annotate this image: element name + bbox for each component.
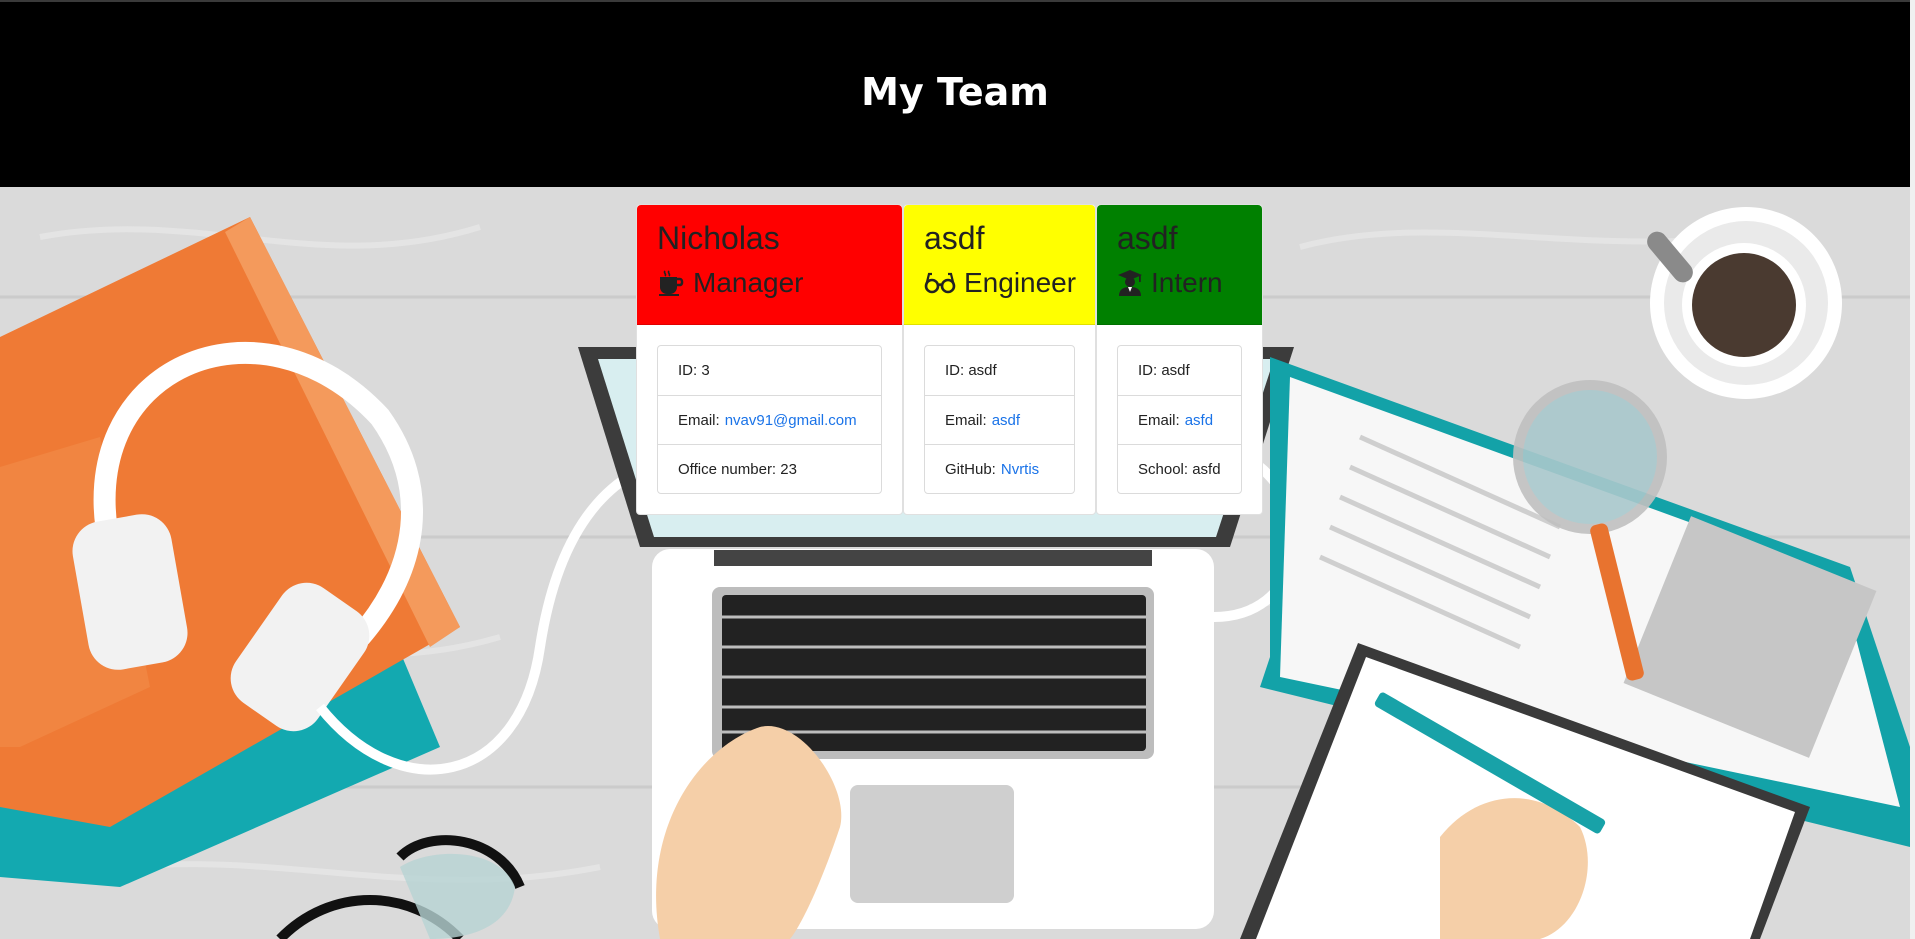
detail-label: Email: xyxy=(945,411,987,429)
github-link[interactable]: Nvrtis xyxy=(1001,461,1039,478)
employee-card-manager: Nicholas Manager ID: 3 Email: nvav91@gmai… xyxy=(636,204,903,515)
employee-role: Manager xyxy=(693,267,804,298)
employee-role-row: Intern xyxy=(1117,265,1244,301)
detail-office-number: Office number: 23 xyxy=(658,444,881,493)
detail-id: ID: asdf xyxy=(925,346,1074,395)
detail-email: Email: asdf xyxy=(925,395,1074,444)
detail-email: Email: nvav91@gmail.com xyxy=(658,395,881,444)
card-header-intern: asdf Intern xyxy=(1097,205,1262,325)
detail-id: ID: asdf xyxy=(1118,346,1241,395)
detail-value: asfd xyxy=(1192,460,1221,478)
graduate-icon xyxy=(1118,270,1142,296)
email-link[interactable]: nvav91@gmail.com xyxy=(725,412,857,429)
employee-role-row: Manager xyxy=(657,265,884,301)
detail-label: ID: xyxy=(678,362,698,379)
window-edge xyxy=(1910,0,1915,939)
detail-value: asdf xyxy=(1161,362,1190,379)
employee-details: ID: 3 Email: nvav91@gmail.com Office numb… xyxy=(657,345,882,494)
detail-label: GitHub: xyxy=(945,460,996,478)
card-header-engineer: asdf Engineer xyxy=(904,205,1095,325)
detail-label: Email: xyxy=(1138,411,1180,429)
employee-role: Intern xyxy=(1151,267,1223,298)
card-body: ID: asdf Email: asdf GitHub: Nvrtis xyxy=(904,325,1095,514)
team-cards: Nicholas Manager ID: 3 Email: nvav91@gmai… xyxy=(636,204,1263,515)
detail-value: 23 xyxy=(780,460,797,478)
detail-label: ID: xyxy=(1138,362,1158,379)
page-title: My Team xyxy=(861,70,1049,114)
detail-label: Office number: xyxy=(678,460,777,478)
detail-label: Email: xyxy=(678,411,720,429)
employee-name: asdf xyxy=(1117,220,1178,256)
detail-value: asdf xyxy=(968,362,997,379)
glasses-icon xyxy=(924,272,956,294)
employee-role: Engineer xyxy=(964,267,1077,298)
card-header-manager: Nicholas Manager xyxy=(637,205,902,325)
detail-label: School: xyxy=(1138,460,1189,478)
page-header: My Team xyxy=(0,0,1910,187)
email-link[interactable]: asdf xyxy=(992,412,1020,429)
detail-email: Email: asfd xyxy=(1118,395,1241,444)
employee-details: ID: asdf Email: asdf GitHub: Nvrtis xyxy=(924,345,1075,494)
detail-value: 3 xyxy=(701,362,710,379)
employee-name: asdf xyxy=(924,220,985,256)
employee-details: ID: asdf Email: asfd School: asfd xyxy=(1117,345,1242,494)
coffee-icon xyxy=(659,270,684,296)
detail-github: GitHub: Nvrtis xyxy=(925,444,1074,493)
email-link[interactable]: asfd xyxy=(1185,412,1213,429)
card-body: ID: asdf Email: asfd School: asfd xyxy=(1097,325,1262,514)
employee-card-engineer: asdf Engineer ID: asdf Email: asdf GitHu… xyxy=(903,204,1096,515)
employee-card-intern: asdf Intern ID: asdf Email: asfd School:… xyxy=(1096,204,1263,515)
employee-role-row: Engineer xyxy=(924,265,1077,301)
detail-id: ID: 3 xyxy=(658,346,881,395)
card-body: ID: 3 Email: nvav91@gmail.com Office numb… xyxy=(637,325,902,514)
detail-label: ID: xyxy=(945,362,965,379)
detail-school: School: asfd xyxy=(1118,444,1241,493)
employee-name: Nicholas xyxy=(657,220,780,256)
